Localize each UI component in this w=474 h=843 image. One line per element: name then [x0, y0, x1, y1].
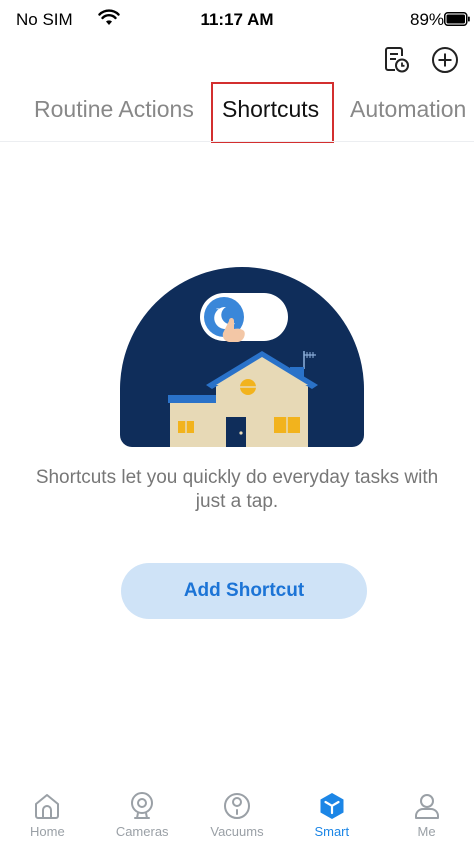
svg-text:z: z	[216, 306, 220, 315]
nav-smart-label: Smart	[314, 824, 350, 839]
battery-icon	[444, 12, 470, 26]
nav-vacuums[interactable]: Vacuums	[190, 781, 285, 843]
vacuum-icon	[223, 793, 250, 819]
tab-automation[interactable]: Automation	[350, 96, 466, 123]
empty-state-description: Shortcuts let you quickly do everyday ta…	[35, 467, 439, 512]
nav-home[interactable]: Home	[0, 781, 95, 843]
log-button[interactable]	[382, 45, 412, 75]
add-circle-icon	[432, 47, 458, 73]
bottom-nav: Home Cameras Vacuums Smart Me	[0, 781, 474, 843]
nav-me-label: Me	[417, 824, 436, 839]
home-icon	[35, 794, 60, 819]
nav-me[interactable]: Me	[379, 781, 474, 843]
nav-cameras-label: Cameras	[115, 824, 169, 839]
smart-cube-icon	[320, 793, 344, 819]
person-icon	[414, 794, 439, 819]
tab-routine-actions[interactable]: Routine Actions	[34, 96, 194, 123]
status-bar: No SIM 11:17 AM 89%	[0, 0, 474, 40]
battery-percent: 89%	[410, 10, 445, 29]
tab-divider	[0, 141, 474, 142]
header-actions	[382, 44, 460, 76]
log-icon	[385, 47, 409, 73]
nav-vacuums-label: Vacuums	[210, 824, 264, 839]
camera-icon	[131, 792, 154, 819]
nav-cameras[interactable]: Cameras	[95, 781, 190, 843]
house-illustration: z	[120, 267, 364, 447]
nav-home-label: Home	[30, 824, 65, 839]
selected-tab-highlight	[211, 82, 334, 143]
add-shortcut-button[interactable]: Add Shortcut	[121, 563, 367, 619]
clock: 11:17 AM	[200, 10, 274, 29]
add-button[interactable]	[430, 45, 460, 75]
nav-smart[interactable]: Smart	[284, 781, 379, 843]
